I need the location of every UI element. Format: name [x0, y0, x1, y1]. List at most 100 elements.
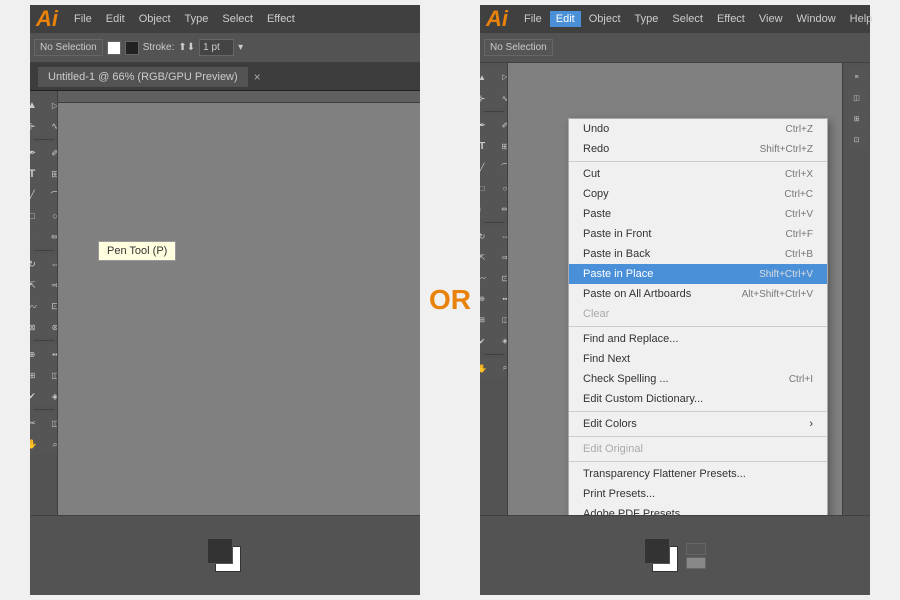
rotate-tool[interactable]: ↻: [30, 254, 43, 274]
width-tool[interactable]: ⊡: [44, 296, 58, 316]
pencil-tool[interactable]: ✏: [44, 227, 58, 247]
menu-undo[interactable]: Undo Ctrl+Z: [569, 119, 827, 139]
r-area-type[interactable]: ⊞: [494, 136, 508, 156]
selection-tool[interactable]: ▲: [30, 95, 43, 115]
mesh-tool[interactable]: ⊞: [30, 365, 43, 385]
lasso-tool[interactable]: ∿: [44, 116, 58, 136]
zoom-tool[interactable]: ⌕: [44, 434, 58, 454]
right-menu-object[interactable]: Object: [583, 11, 627, 27]
r-direct-select[interactable]: ▷: [494, 67, 508, 87]
menu-pdf-presets[interactable]: Adobe PDF Presets...: [569, 504, 827, 515]
right-menu-edit[interactable]: Edit: [550, 11, 581, 27]
menu-paste-back[interactable]: Paste in Back Ctrl+B: [569, 244, 827, 264]
right-menu-type[interactable]: Type: [629, 11, 665, 27]
r-eyedropper[interactable]: ✔: [480, 331, 493, 351]
area-type-tool[interactable]: ⊞: [44, 164, 58, 184]
left-menu-type[interactable]: Type: [179, 11, 215, 27]
column-graph-tool[interactable]: ▪▪: [44, 344, 58, 364]
menu-paste-all-artboards[interactable]: Paste on All Artboards Alt+Shift+Ctrl+V: [569, 284, 827, 304]
right-menu-effect[interactable]: Effect: [711, 11, 751, 27]
menu-paste-in-place[interactable]: Paste in Place Shift+Ctrl+V: [569, 264, 827, 284]
left-menu-file[interactable]: File: [68, 11, 98, 27]
right-menu-view[interactable]: View: [753, 11, 789, 27]
shear-tool[interactable]: ⇒: [44, 275, 58, 295]
menu-find-next[interactable]: Find Next: [569, 349, 827, 369]
r-mesh-tool[interactable]: ⊞: [480, 310, 493, 330]
fill-swatch[interactable]: [107, 41, 121, 55]
arc-tool[interactable]: ⌒: [44, 185, 58, 205]
r-side-icon-4[interactable]: ⊡: [846, 130, 868, 150]
left-menu-edit[interactable]: Edit: [100, 11, 131, 27]
menu-cut[interactable]: Cut Ctrl+X: [569, 164, 827, 184]
r-arc-tool[interactable]: ⌒: [494, 157, 508, 177]
r-pen-tool[interactable]: ✒: [480, 115, 493, 135]
r-side-icon-3[interactable]: ⊞: [846, 109, 868, 129]
gradient-tool[interactable]: ◫: [44, 365, 58, 385]
ellipse-tool[interactable]: ○: [44, 206, 58, 226]
stroke-value-input[interactable]: [199, 39, 234, 56]
reflect-tool[interactable]: ⇔: [44, 254, 58, 274]
menu-paste[interactable]: Paste Ctrl+V: [569, 204, 827, 224]
r-type-tool[interactable]: T: [480, 136, 493, 156]
r-brush-tool[interactable]: ♩: [480, 199, 493, 219]
left-menu-object[interactable]: Object: [133, 11, 177, 27]
right-menu-help[interactable]: Help: [844, 11, 879, 27]
menu-redo[interactable]: Redo Shift+Ctrl+Z: [569, 139, 827, 159]
line-tool[interactable]: ╱: [30, 185, 43, 205]
hand-tool[interactable]: ✋: [30, 434, 43, 454]
r-shear-tool[interactable]: ⇒: [494, 247, 508, 267]
r-scale-tool[interactable]: ⇱: [480, 247, 493, 267]
foreground-color-box[interactable]: [207, 538, 233, 564]
r-ellipse-tool[interactable]: ○: [494, 178, 508, 198]
menu-custom-dict[interactable]: Edit Custom Dictionary...: [569, 389, 827, 409]
r-blend-tool[interactable]: ◈: [494, 331, 508, 351]
r-width-tool[interactable]: ⊡: [494, 268, 508, 288]
left-tab-title[interactable]: Untitled-1 @ 66% (RGB/GPU Preview): [38, 67, 248, 87]
r-pencil-tool[interactable]: ✏: [494, 199, 508, 219]
r-selection-tool[interactable]: ▲: [480, 67, 493, 87]
menu-find-replace[interactable]: Find and Replace...: [569, 329, 827, 349]
right-menu-file[interactable]: File: [518, 11, 548, 27]
r-mode-box-2[interactable]: [686, 557, 706, 569]
r-lasso[interactable]: ∿: [494, 88, 508, 108]
stroke-swatch[interactable]: [125, 41, 139, 55]
r-magic-wand[interactable]: ⊱: [480, 88, 493, 108]
menu-print-presets[interactable]: Print Presets...: [569, 484, 827, 504]
scale-tool[interactable]: ⇱: [30, 275, 43, 295]
r-warp-tool[interactable]: 〰: [480, 268, 493, 288]
free-transform-tool[interactable]: ⊠: [30, 317, 43, 337]
eraser-tool[interactable]: ◫: [44, 413, 58, 433]
menu-paste-front[interactable]: Paste in Front Ctrl+F: [569, 224, 827, 244]
r-reflect-tool[interactable]: ⇔: [494, 226, 508, 246]
direct-select-tool[interactable]: ▷: [44, 95, 58, 115]
blend-tool[interactable]: ◈: [44, 386, 58, 406]
puppet-warp-tool[interactable]: ⊛: [44, 317, 58, 337]
r-mode-box-1[interactable]: [686, 543, 706, 555]
r-gradient-tool[interactable]: ◫: [494, 310, 508, 330]
left-tab-close[interactable]: ×: [254, 70, 261, 84]
r-rotate-tool[interactable]: ↻: [480, 226, 493, 246]
symbol-sprayer-tool[interactable]: ⊕: [30, 344, 43, 364]
r-hand-tool[interactable]: ✋: [480, 358, 493, 378]
r-symbol-sprayer[interactable]: ⊕: [480, 289, 493, 309]
left-menu-effect[interactable]: Effect: [261, 11, 301, 27]
left-menu-select[interactable]: Select: [216, 11, 259, 27]
stroke-dropdown[interactable]: ▾: [238, 42, 243, 53]
rect-tool[interactable]: □: [30, 206, 43, 226]
color-selector[interactable]: [207, 538, 243, 574]
menu-copy[interactable]: Copy Ctrl+C: [569, 184, 827, 204]
r-foreground-color[interactable]: [644, 538, 670, 564]
menu-edit-colors[interactable]: Edit Colors ›: [569, 414, 827, 434]
r-graph-tool[interactable]: ▪▪: [494, 289, 508, 309]
paintbrush-tool[interactable]: ♩: [30, 227, 43, 247]
type-tool[interactable]: T: [30, 164, 43, 184]
pen-tool[interactable]: ✒: [30, 143, 43, 163]
r-side-icon-1[interactable]: ≡: [846, 67, 868, 87]
r-add-anchor[interactable]: ✐: [494, 115, 508, 135]
r-line-tool[interactable]: ╱: [480, 157, 493, 177]
magic-wand-tool[interactable]: ⊱: [30, 116, 43, 136]
r-rect-tool[interactable]: □: [480, 178, 493, 198]
right-menu-select[interactable]: Select: [666, 11, 709, 27]
menu-transparency-presets[interactable]: Transparency Flattener Presets...: [569, 464, 827, 484]
right-menu-window[interactable]: Window: [791, 11, 842, 27]
